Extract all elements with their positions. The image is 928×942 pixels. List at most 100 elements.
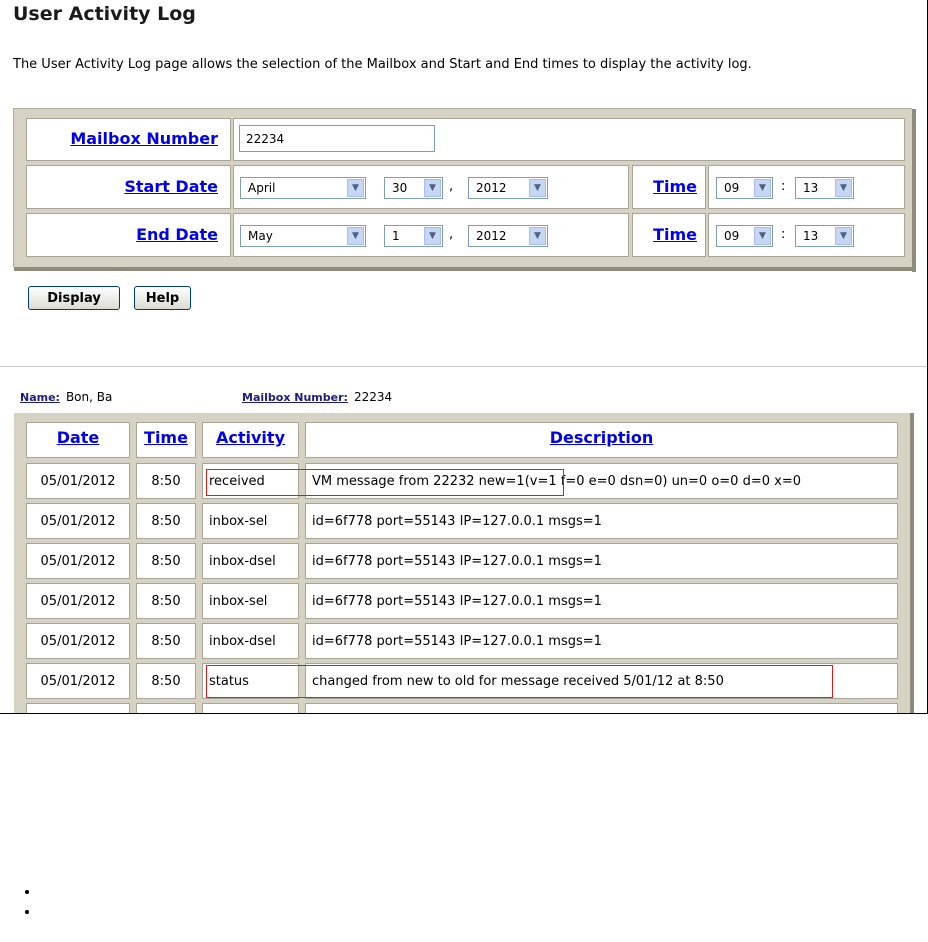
table-cell-time: 8:50 <box>136 663 196 699</box>
chevron-down-icon: ▼ <box>529 227 546 245</box>
table-cell-time <box>136 703 196 713</box>
page-title: User Activity Log <box>13 3 196 25</box>
start-month-select[interactable]: April ▼ <box>240 177 366 199</box>
table-cell-date: 05/01/2012 <box>26 583 130 619</box>
end-time-link[interactable]: Time <box>653 225 697 244</box>
mailbox-number-input[interactable] <box>239 125 435 152</box>
end-year-select[interactable]: 2012 ▼ <box>468 225 548 247</box>
table-cell-description: id=6f778 port=55143 IP=127.0.0.1 msgs=1 <box>305 583 898 619</box>
start-time-link[interactable]: Time <box>653 177 697 196</box>
result-mailbox: Mailbox Number: 22234 <box>242 390 392 404</box>
start-year-select[interactable]: 2012 ▼ <box>468 177 548 199</box>
start-month-value: April <box>248 181 276 195</box>
start-time-cell: 09 ▼ : 13 ▼ <box>708 165 905 209</box>
start-year-value: 2012 <box>476 181 507 195</box>
table-cell-description <box>305 703 898 713</box>
result-name: Name: Bon, Ba <box>20 390 112 404</box>
start-date-link[interactable]: Start Date <box>124 177 218 196</box>
table-cell-description: id=6f778 port=55143 IP=127.0.0.1 msgs=1 <box>305 543 898 579</box>
table-cell-time: 8:50 <box>136 583 196 619</box>
date-comma: , <box>449 227 454 242</box>
end-date-link[interactable]: End Date <box>136 225 218 244</box>
column-header-activity: Activity <box>202 422 299 458</box>
time-colon: : <box>781 227 786 242</box>
sort-activity-link[interactable]: Activity <box>216 428 285 447</box>
display-button[interactable]: Display <box>28 286 120 310</box>
end-month-value: May <box>248 229 273 243</box>
column-header-time: Time <box>136 422 196 458</box>
sort-time-link[interactable]: Time <box>144 428 188 447</box>
end-day-value: 1 <box>392 229 400 243</box>
time-colon: : <box>781 179 786 194</box>
table-cell-activity: inbox-dsel <box>202 623 299 659</box>
table-cell-date: 05/01/2012 <box>26 503 130 539</box>
start-date-label-cell: Start Date <box>26 165 231 209</box>
table-cell-time: 8:50 <box>136 543 196 579</box>
table-cell-time: 8:50 <box>136 623 196 659</box>
end-day-select[interactable]: 1 ▼ <box>384 225 443 247</box>
table-cell-activity <box>202 703 299 713</box>
activity-table: Date Time Activity Description 05/01/201… <box>14 413 914 713</box>
table-cell-date: 05/01/2012 <box>26 463 130 499</box>
bullet-list <box>0 884 39 924</box>
mailbox-label-cell: Mailbox Number <box>26 118 231 161</box>
table-cell-description: id=6f778 port=55143 IP=127.0.0.1 msgs=1 <box>305 623 898 659</box>
start-hour-select[interactable]: 09 ▼ <box>716 177 773 199</box>
end-date-label-cell: End Date <box>26 213 231 257</box>
start-day-select[interactable]: 30 ▼ <box>384 177 443 199</box>
start-hour-value: 09 <box>724 181 740 195</box>
end-hour-select[interactable]: 09 ▼ <box>716 225 773 247</box>
result-mailbox-value: 22234 <box>353 390 393 404</box>
table-cell-date: 05/01/2012 <box>26 543 130 579</box>
end-minute-value: 13 <box>803 229 819 243</box>
chevron-down-icon: ▼ <box>529 179 546 197</box>
name-value: Bon, Ba <box>65 390 113 404</box>
chevron-down-icon: ▼ <box>754 179 771 197</box>
sort-description-link[interactable]: Description <box>550 428 653 447</box>
mailbox-number-link[interactable]: Mailbox Number <box>70 129 218 148</box>
end-time-cell: 09 ▼ : 13 ▼ <box>708 213 905 257</box>
table-cell-time: 8:50 <box>136 463 196 499</box>
date-comma: , <box>449 179 454 194</box>
table-cell-date <box>26 703 130 713</box>
start-day-value: 30 <box>392 181 408 195</box>
start-time-label-cell: Time <box>632 165 706 209</box>
table-cell-date: 05/01/2012 <box>26 623 130 659</box>
chevron-down-icon: ▼ <box>347 227 364 245</box>
chevron-down-icon: ▼ <box>835 179 852 197</box>
chevron-down-icon: ▼ <box>754 227 771 245</box>
table-cell-activity: inbox-dsel <box>202 543 299 579</box>
start-minute-select[interactable]: 13 ▼ <box>795 177 854 199</box>
table-cell-time: 8:50 <box>136 503 196 539</box>
table-cell-date: 05/01/2012 <box>26 663 130 699</box>
start-minute-value: 13 <box>803 181 819 195</box>
table-cell-activity: status <box>202 663 299 699</box>
chevron-down-icon: ▼ <box>424 227 441 245</box>
end-year-value: 2012 <box>476 229 507 243</box>
result-mailbox-link[interactable]: Mailbox Number: <box>242 391 348 404</box>
end-date-cell: May ▼ 1 ▼ , 2012 ▼ <box>233 213 629 257</box>
table-cell-description: changed from new to old for message rece… <box>305 663 898 699</box>
table-cell-description: id=6f778 port=55143 IP=127.0.0.1 msgs=1 <box>305 503 898 539</box>
table-cell-description: VM message from 22232 new=1(v=1 f=0 e=0 … <box>305 463 898 499</box>
end-hour-value: 09 <box>724 229 740 243</box>
search-form: Mailbox Number Start Date April ▼ 30 ▼ ,… <box>13 108 916 272</box>
column-header-description: Description <box>305 422 898 458</box>
chevron-down-icon: ▼ <box>424 179 441 197</box>
section-divider <box>0 366 927 367</box>
sort-date-link[interactable]: Date <box>57 428 100 447</box>
name-link[interactable]: Name: <box>20 391 60 404</box>
table-cell-activity: inbox-sel <box>202 503 299 539</box>
chevron-down-icon: ▼ <box>347 179 364 197</box>
help-button[interactable]: Help <box>134 286 191 310</box>
table-cell-activity: received <box>202 463 299 499</box>
screenshot-frame: User Activity Log The User Activity Log … <box>0 0 928 714</box>
end-minute-select[interactable]: 13 ▼ <box>795 225 854 247</box>
end-month-select[interactable]: May ▼ <box>240 225 366 247</box>
end-time-label-cell: Time <box>632 213 706 257</box>
page-intro: The User Activity Log page allows the se… <box>13 57 752 72</box>
chevron-down-icon: ▼ <box>835 227 852 245</box>
table-cell-activity: inbox-sel <box>202 583 299 619</box>
start-date-cell: April ▼ 30 ▼ , 2012 ▼ <box>233 165 629 209</box>
column-header-date: Date <box>26 422 130 458</box>
